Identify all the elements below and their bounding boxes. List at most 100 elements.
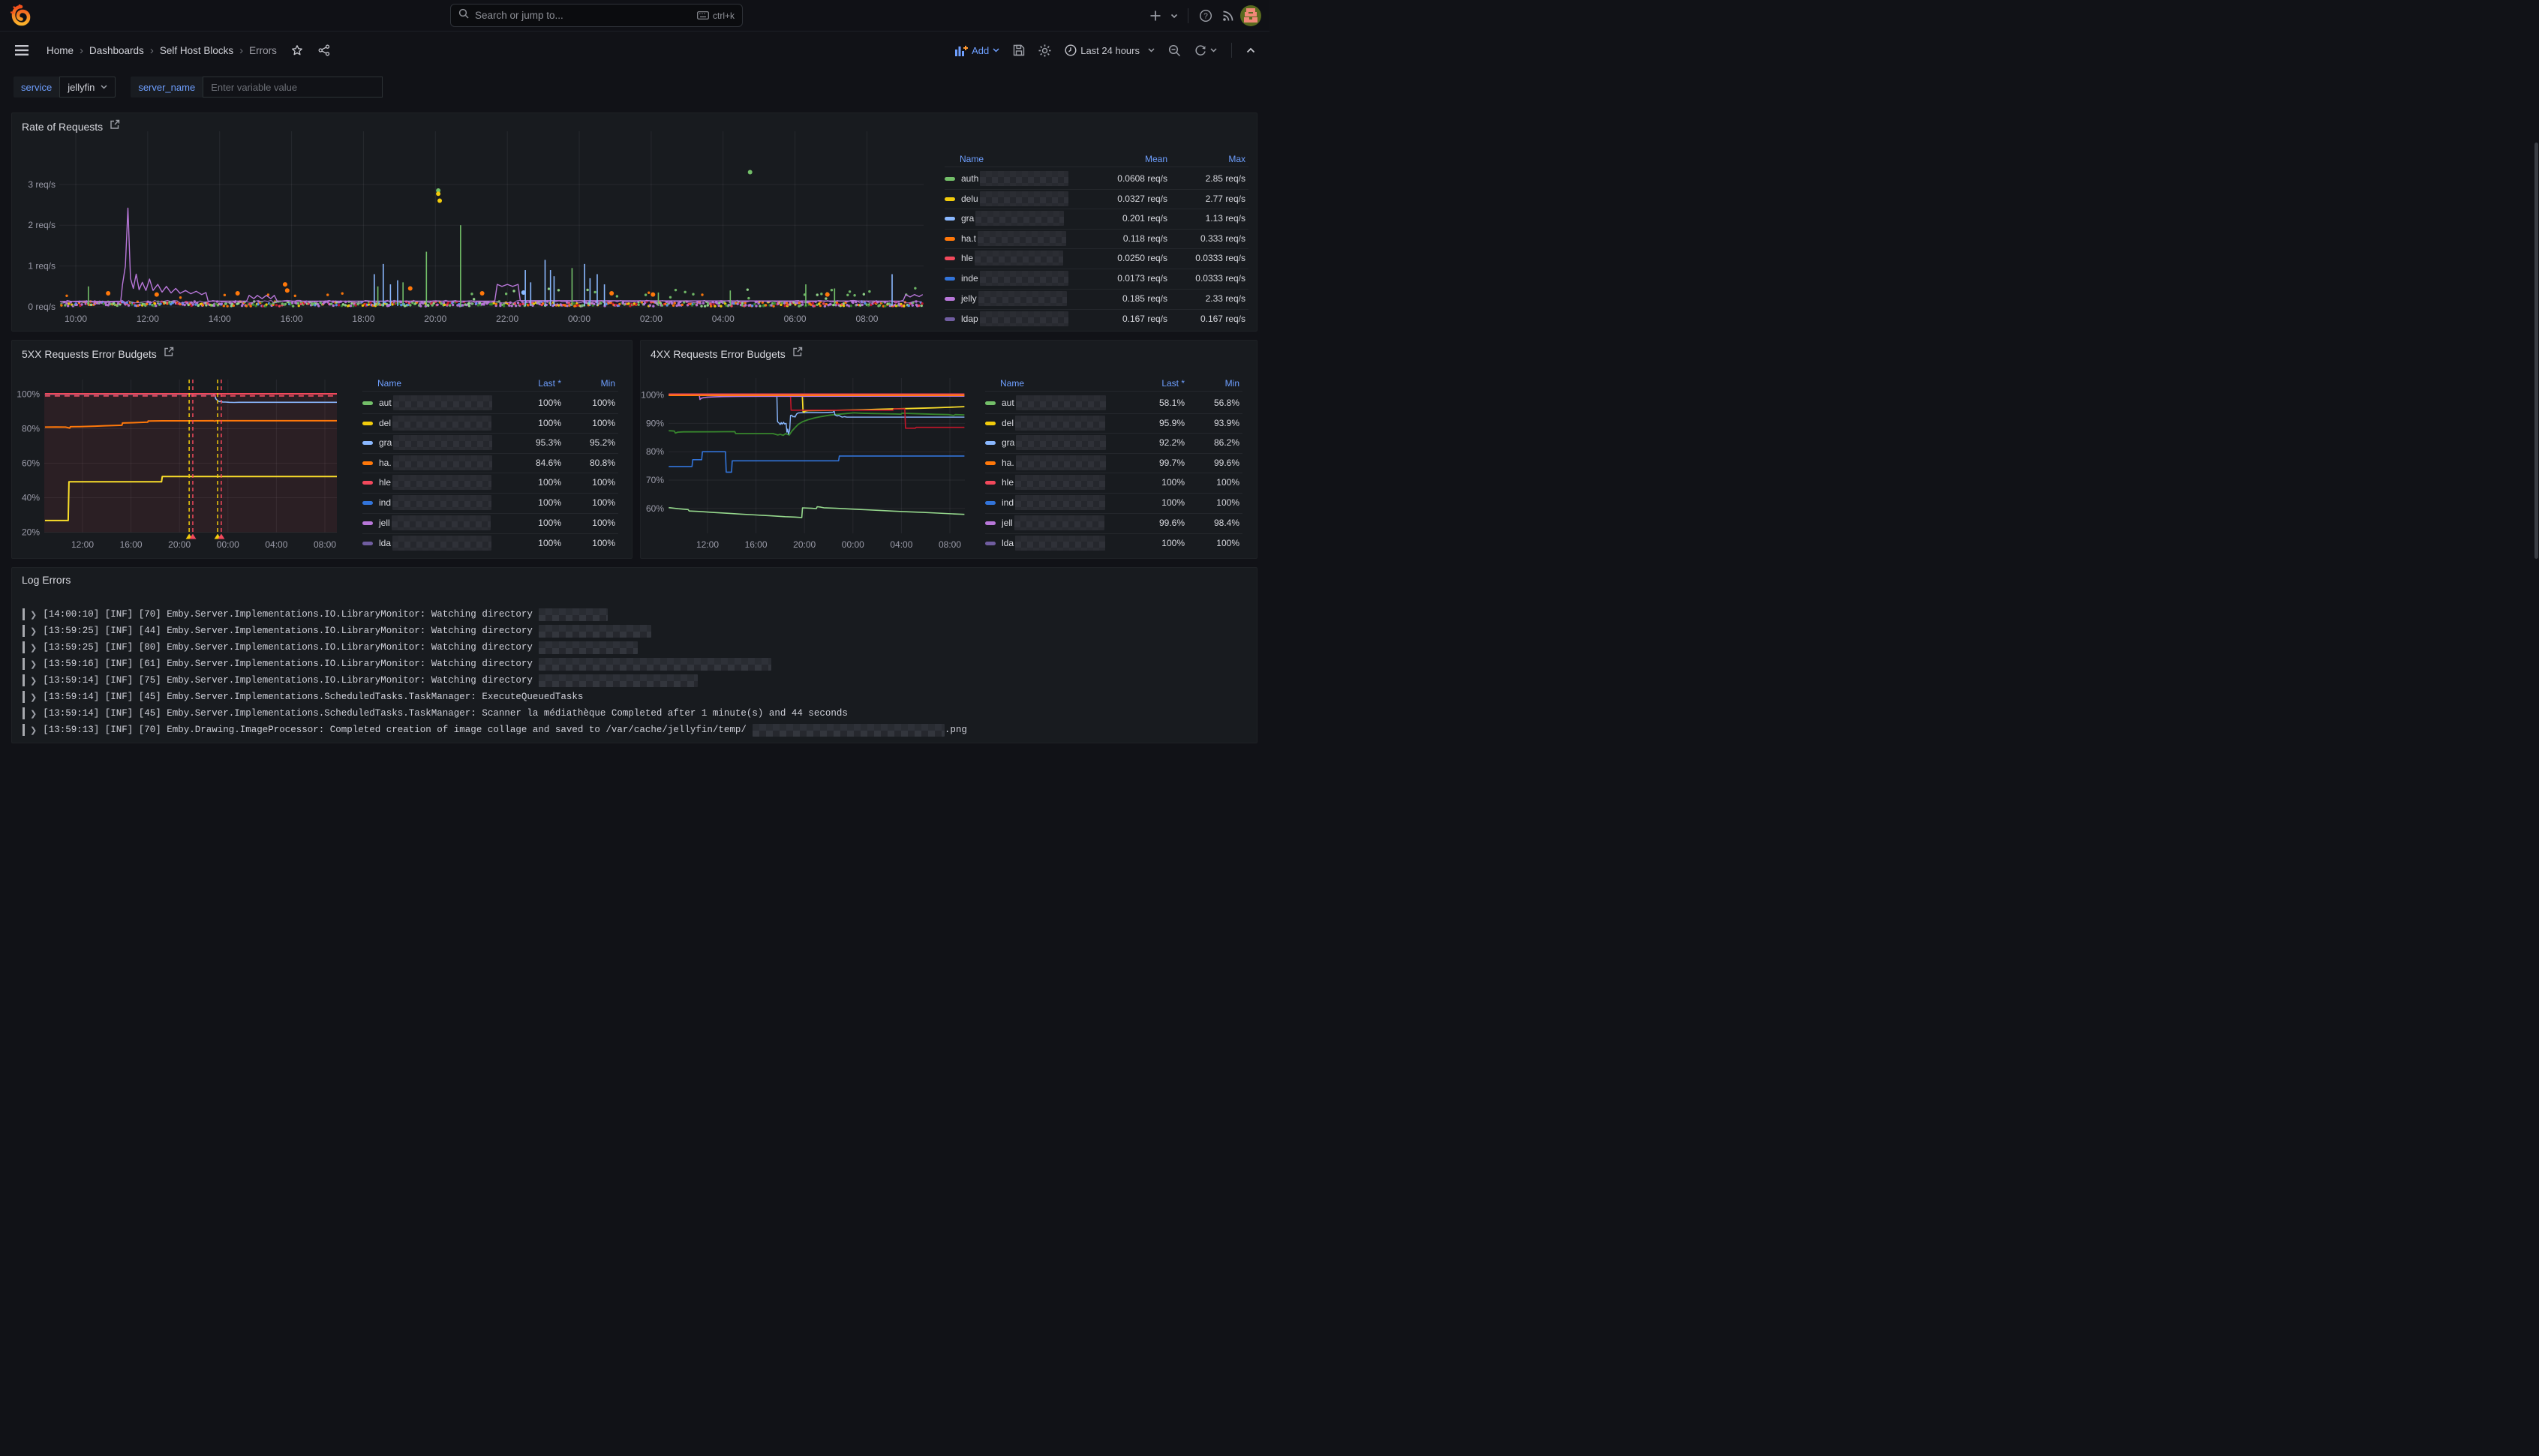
log-expand-icon[interactable]: ❯ (30, 709, 37, 719)
legend-series-name[interactable]: inde (945, 271, 1068, 286)
log-row[interactable]: ❯[13:59:14] [INF] [45] Emby.Server.Imple… (23, 689, 583, 704)
legend-series-name[interactable]: lda (362, 536, 491, 551)
log-expand-icon[interactable]: ❯ (30, 610, 37, 620)
mega-menu-toggle[interactable] (15, 44, 29, 60)
legend-series-name[interactable]: ind (985, 495, 1105, 510)
rate-of-requests-chart[interactable]: 0 req/s1 req/s2 req/s3 req/s10:0012:0014… (12, 113, 1258, 332)
chevron-down-icon (1148, 48, 1155, 53)
favorite-star-button[interactable] (286, 39, 308, 62)
legend-series-name[interactable]: ha. (985, 455, 1106, 470)
legend-header-last[interactable]: Last * (538, 378, 561, 389)
svg-text:3 req/s: 3 req/s (28, 179, 56, 190)
breadcrumb-home[interactable]: Home (47, 45, 74, 56)
log-row[interactable]: ❯[14:00:10] [INF] [70] Emby.Server.Imple… (23, 607, 608, 622)
legend-value: 0.185 req/s (1122, 293, 1167, 304)
log-expand-icon[interactable]: ❯ (30, 725, 37, 735)
legend-header-last[interactable]: Last * (1161, 378, 1185, 389)
legend-header-name[interactable]: Name (1000, 378, 1024, 389)
log-expand-icon[interactable]: ❯ (30, 626, 37, 636)
legend-series-name[interactable]: jell (985, 515, 1104, 530)
share-button[interactable] (313, 39, 335, 62)
redacted-text (980, 311, 1068, 326)
legend-row: hle (362, 474, 491, 491)
legend-series-name[interactable]: ha. (362, 455, 492, 470)
legend-row: ldap (945, 311, 1068, 327)
variable-service-picker[interactable]: jellyfin (59, 77, 116, 98)
legend-series-name[interactable]: del (362, 416, 491, 431)
log-row[interactable]: ❯[13:59:25] [INF] [80] Emby.Server.Imple… (23, 640, 638, 655)
breadcrumb-dashboards[interactable]: Dashboards (89, 45, 144, 56)
legend-series-name[interactable]: hle (945, 251, 1063, 266)
new-dropdown-chevron-icon[interactable] (1167, 5, 1182, 27)
user-avatar[interactable] (1239, 5, 1262, 27)
legend-series-name[interactable]: hle (985, 475, 1105, 490)
refresh-button[interactable] (1189, 41, 1222, 60)
chevron-down-icon (101, 85, 107, 89)
series-color-pill (985, 401, 996, 405)
dashboard-settings-button[interactable] (1033, 41, 1056, 61)
news-button[interactable] (1217, 5, 1239, 27)
log-level-bar (23, 724, 25, 736)
legend-row: ha. (985, 455, 1106, 471)
legend-series-name[interactable]: ldap (945, 311, 1068, 326)
search-input[interactable]: Search or jump to... ctrl+k (450, 4, 743, 27)
log-message: [13:59:14] [INF] [45] Emby.Server.Implem… (43, 708, 848, 719)
page-scrollbar[interactable] (2534, 143, 2538, 559)
redacted-text (1016, 395, 1106, 410)
legend-series-name[interactable]: gra (945, 211, 1064, 226)
grafana-logo[interactable] (11, 5, 32, 31)
variable-server-name-label: server_name (131, 77, 203, 98)
help-button[interactable]: ? (1194, 5, 1217, 27)
legend-series-name[interactable]: jelly (945, 291, 1067, 306)
legend-series-name[interactable]: aut (362, 395, 492, 410)
legend-value: 99.6% (1214, 458, 1239, 468)
time-range-picker[interactable]: Last 24 hours (1059, 41, 1160, 60)
log-expand-icon[interactable]: ❯ (30, 676, 37, 686)
legend-header-min[interactable]: Min (601, 378, 615, 389)
svg-text:70%: 70% (646, 475, 664, 485)
graph-add-icon (955, 45, 968, 56)
legend-series-name[interactable]: lda (985, 536, 1105, 551)
series-color-pill (362, 521, 373, 525)
log-row[interactable]: ❯[13:59:13] [INF] [70] Emby.Drawing.Imag… (23, 722, 967, 737)
legend-series-name[interactable]: del (985, 416, 1105, 431)
legend-header-name[interactable]: Name (377, 378, 401, 389)
series-color-pill (362, 501, 373, 505)
legend-header-min[interactable]: Max (1228, 154, 1245, 164)
svg-text:02:00: 02:00 (640, 314, 663, 324)
legend-series-name[interactable]: ind (362, 495, 491, 510)
chevron-right-icon: › (238, 44, 245, 57)
legend-series-name[interactable]: hle (362, 475, 491, 490)
save-dashboard-button[interactable] (1008, 41, 1030, 60)
log-row[interactable]: ❯[13:59:16] [INF] [61] Emby.Server.Imple… (23, 656, 771, 671)
legend-series-name[interactable]: gra (985, 435, 1106, 450)
log-row[interactable]: ❯[13:59:14] [INF] [75] Emby.Server.Imple… (23, 673, 698, 688)
redacted-text (392, 495, 491, 510)
legend-series-name[interactable]: jell (362, 515, 491, 530)
legend-row: aut (362, 395, 492, 411)
variable-service-label: service (14, 77, 59, 98)
collapse-controls-button[interactable] (1241, 44, 1260, 57)
log-row[interactable]: ❯ [13:59:14] [INF] [45] Emby.Server.Imple… (23, 706, 848, 721)
add-panel-button[interactable]: Add (950, 41, 1005, 60)
legend-series-name[interactable]: ha.t (945, 231, 1066, 246)
legend-value: 100% (538, 538, 561, 548)
log-level-bar (23, 658, 25, 670)
new-button[interactable] (1144, 5, 1167, 27)
log-expand-icon[interactable]: ❯ (30, 643, 37, 653)
variable-server-name-input[interactable]: Enter variable value (203, 77, 383, 98)
svg-text:16:00: 16:00 (281, 314, 303, 324)
legend-series-name[interactable]: gra (362, 435, 492, 450)
log-row[interactable]: ❯[13:59:25] [INF] [44] Emby.Server.Imple… (23, 623, 651, 638)
panel-rate-of-requests: Rate of Requests 0 req/s1 req/s2 req/s3 … (11, 113, 1257, 332)
legend-series-name[interactable]: aut (985, 395, 1106, 410)
legend-header-name[interactable]: Name (960, 154, 984, 164)
legend-series-name[interactable]: delu (945, 191, 1068, 206)
breadcrumb-folder[interactable]: Self Host Blocks (160, 45, 233, 56)
legend-header-min[interactable]: Min (1225, 378, 1239, 389)
zoom-out-button[interactable] (1163, 41, 1186, 61)
log-expand-icon[interactable]: ❯ (30, 659, 37, 669)
legend-series-name[interactable]: auth (945, 171, 1068, 186)
log-expand-icon[interactable]: ❯ (30, 692, 37, 702)
legend-header-mean[interactable]: Mean (1145, 154, 1167, 164)
